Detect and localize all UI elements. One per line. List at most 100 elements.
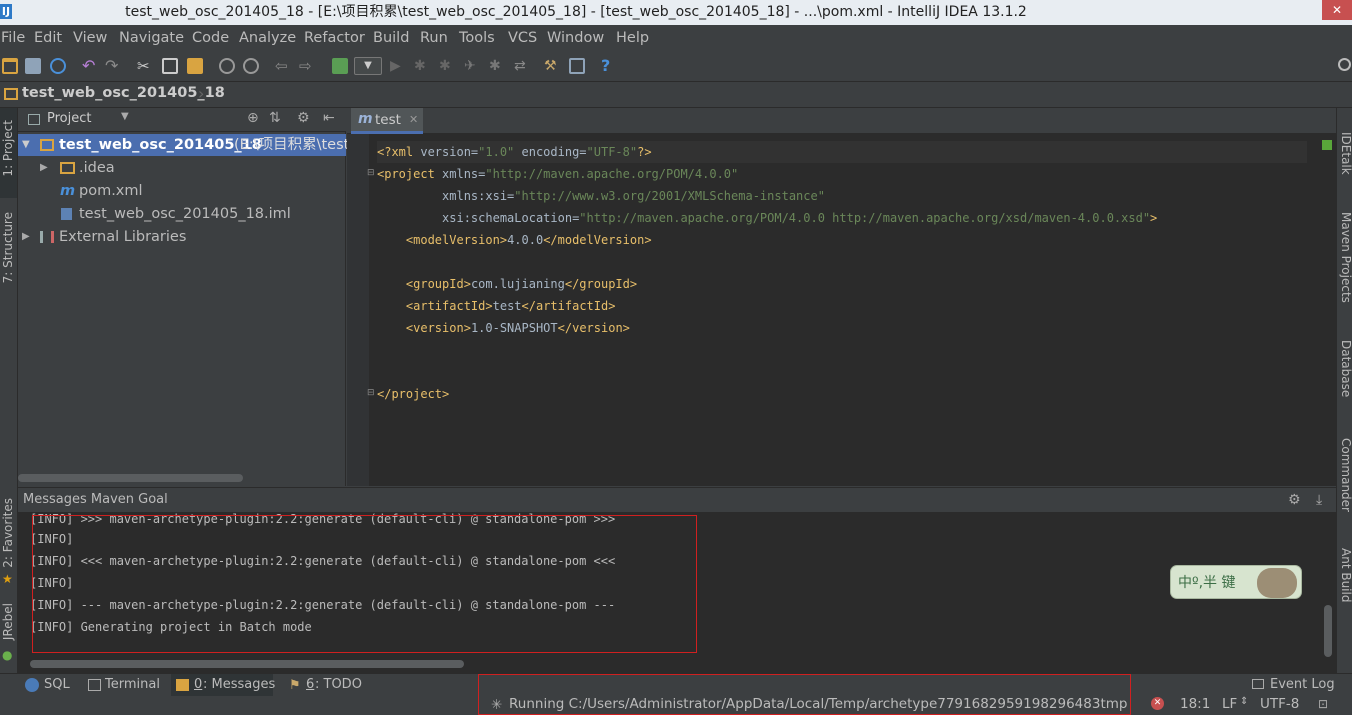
ime-toolbar[interactable]: 中º,半 键: [1170, 565, 1302, 599]
tool-tab-terminal[interactable]: Terminal: [105, 677, 160, 692]
jrebel-run-icon[interactable]: ✈: [464, 58, 480, 74]
cut-icon[interactable]: ✂: [137, 58, 153, 74]
editor-tab-label: test: [375, 112, 401, 128]
menu-run[interactable]: Run: [420, 30, 448, 46]
panel-settings-gear-icon[interactable]: ⚙: [297, 110, 310, 126]
project-view-icon: [28, 114, 40, 125]
view-selector-chevron-down-icon[interactable]: ▼: [121, 111, 129, 122]
fold-marker-icon[interactable]: ⊟: [367, 388, 375, 398]
messages-settings-gear-icon[interactable]: ⚙: [1288, 488, 1301, 512]
back-icon[interactable]: ⇦: [275, 58, 291, 74]
tree-item-label: test_web_osc_201405_18: [59, 137, 262, 153]
module-folder-icon: [40, 139, 54, 151]
code-editor[interactable]: <?xml version="1.0" encoding="UTF-8"?> <…: [377, 141, 1157, 401]
project-structure-icon[interactable]: [569, 58, 585, 74]
tree-item-idea[interactable]: ▶ .idea: [18, 157, 346, 179]
tool-tab-event-log[interactable]: Event Log: [1270, 677, 1335, 692]
paste-icon[interactable]: [187, 58, 203, 74]
make-project-icon[interactable]: [332, 58, 348, 74]
hide-messages-icon[interactable]: ⤓: [1316, 488, 1322, 512]
coverage-icon[interactable]: ✱: [439, 58, 455, 74]
messages-horizontal-scrollbar[interactable]: [30, 660, 464, 668]
line-separator[interactable]: LF: [1222, 696, 1237, 712]
tool-tab-maven-projects[interactable]: Maven Projects: [1339, 212, 1352, 303]
menu-vcs[interactable]: VCS: [508, 30, 537, 46]
menu-view[interactable]: View: [73, 30, 107, 46]
synchronize-icon[interactable]: [50, 58, 66, 74]
tool-tab-database[interactable]: Database: [1339, 340, 1352, 397]
menu-build[interactable]: Build: [373, 30, 409, 46]
caret-position[interactable]: 18:1: [1180, 696, 1210, 712]
menu-tools[interactable]: Tools: [459, 30, 495, 46]
collapse-all-icon[interactable]: ⇅: [269, 110, 281, 126]
terminal-icon: [88, 679, 101, 691]
line-separator-chevron-icon[interactable]: ⇕: [1240, 696, 1248, 707]
redo-icon[interactable]: ↷: [105, 58, 121, 74]
tree-item-iml[interactable]: test_web_osc_201405_18.iml: [18, 203, 346, 225]
tool-tab-project[interactable]: 1: Project: [1, 120, 15, 177]
save-icon[interactable]: [25, 58, 41, 74]
tool-tab-todo[interactable]: : TODO: [315, 677, 362, 692]
menu-bar: File Edit View Navigate Code Analyze Ref…: [0, 27, 1352, 52]
update-icon[interactable]: ⇄: [514, 58, 530, 74]
expand-arrow-right-icon[interactable]: ▶: [22, 226, 30, 248]
expand-arrow-down-icon[interactable]: ▼: [22, 134, 30, 156]
messages-vertical-scrollbar[interactable]: [1324, 605, 1332, 657]
open-folder-icon[interactable]: [2, 58, 18, 74]
menu-file[interactable]: File: [1, 30, 25, 46]
project-horizontal-scrollbar[interactable]: [18, 474, 243, 482]
progress-spinner-icon: ✳: [491, 697, 503, 713]
editor-tab-bar: m test ✕: [347, 108, 1336, 134]
settings-icon[interactable]: ⚒: [544, 58, 560, 74]
undo-icon[interactable]: ↶: [82, 58, 98, 74]
search-everywhere-icon[interactable]: [1338, 58, 1351, 71]
scroll-from-source-icon[interactable]: ⊕: [247, 110, 259, 126]
tool-tab-favorites[interactable]: 2: Favorites: [1, 498, 15, 568]
project-view-selector[interactable]: Project: [47, 111, 91, 126]
project-panel: Project ▼ ⊕ ⇅ ⚙ ⇤ ▼ test_web_osc_201405_…: [18, 108, 349, 486]
tool-tab-ant-build[interactable]: Ant Build: [1339, 548, 1352, 602]
menu-navigate[interactable]: Navigate: [119, 30, 184, 46]
run-icon[interactable]: ▶: [390, 58, 406, 74]
tree-item-label: .idea: [79, 160, 115, 176]
read-only-lock-icon[interactable]: ⊡: [1318, 697, 1328, 711]
tree-item-external-libraries[interactable]: ▶ External Libraries: [18, 226, 346, 248]
copy-icon[interactable]: [162, 58, 178, 74]
fold-marker-icon[interactable]: ⊟: [367, 168, 375, 178]
close-tab-icon[interactable]: ✕: [409, 113, 418, 126]
editor-gutter: ⊟ ⊟: [347, 134, 375, 486]
replace-icon[interactable]: [243, 58, 259, 74]
tree-item-root[interactable]: ▼ test_web_osc_201405_18 (E:\项目积累\test: [18, 134, 349, 156]
menu-code[interactable]: Code: [192, 30, 229, 46]
menu-analyze[interactable]: Analyze: [239, 30, 296, 46]
tool-tab-jrebel[interactable]: JRebel: [1, 603, 15, 640]
run-config-dropdown[interactable]: ▼: [354, 57, 382, 75]
tool-tab-sql[interactable]: SQL: [44, 677, 70, 692]
close-window-button[interactable]: ✕: [1322, 0, 1352, 20]
tool-tab-commander[interactable]: Commander: [1339, 438, 1352, 512]
project-folder-icon: [4, 88, 18, 100]
menu-edit[interactable]: Edit: [34, 30, 62, 46]
expand-arrow-right-icon[interactable]: ▶: [40, 157, 48, 179]
editor-tab-test[interactable]: m test ✕: [351, 108, 423, 134]
cancel-process-icon[interactable]: ✕: [1151, 697, 1164, 710]
menu-refactor[interactable]: Refactor: [304, 30, 365, 46]
tool-tab-todo-number[interactable]: 6: [306, 677, 314, 692]
tool-tab-idetalk[interactable]: IDEtalk: [1339, 132, 1352, 175]
hide-panel-icon[interactable]: ⇤: [323, 110, 335, 126]
jrebel-debug-icon[interactable]: ✱: [489, 58, 505, 74]
status-running-text[interactable]: Running C:/Users/Administrator/AppData/L…: [509, 696, 1127, 712]
menu-window[interactable]: Window: [547, 30, 604, 46]
tool-tab-messages-number[interactable]: 0: [194, 677, 202, 692]
forward-icon[interactable]: ⇨: [299, 58, 315, 74]
debug-icon[interactable]: ✱: [414, 58, 430, 74]
ime-status-label: 中º,半 键: [1178, 575, 1236, 591]
tree-item-pom[interactable]: m pom.xml: [18, 180, 346, 202]
breadcrumb-project[interactable]: test_web_osc_201405_18: [22, 85, 225, 101]
help-icon[interactable]: ?: [601, 58, 617, 74]
tool-tab-messages[interactable]: : Messages: [203, 677, 275, 692]
file-encoding[interactable]: UTF-8: [1260, 696, 1299, 712]
menu-help[interactable]: Help: [616, 30, 649, 46]
find-icon[interactable]: [219, 58, 235, 74]
tool-tab-structure[interactable]: 7: Structure: [1, 212, 15, 283]
